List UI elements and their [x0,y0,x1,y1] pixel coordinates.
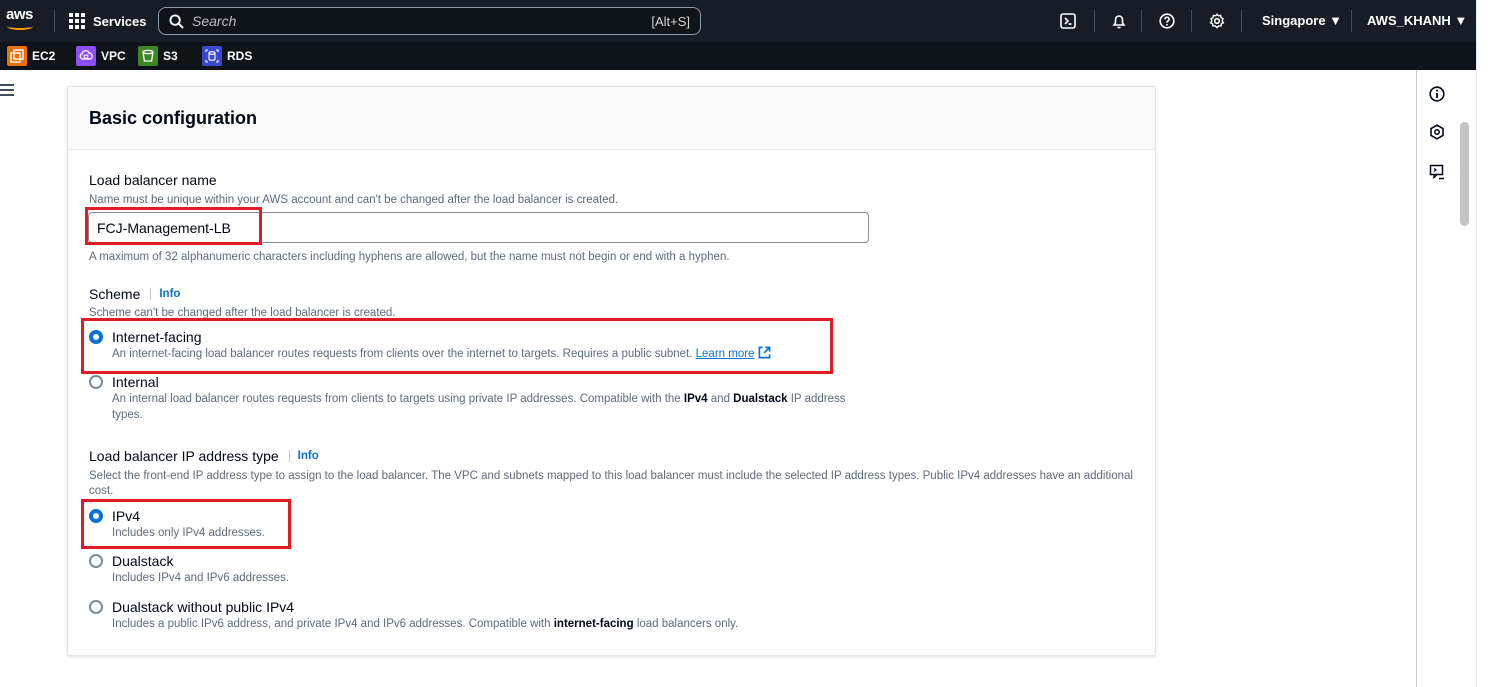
nav-divider [54,10,55,32]
radio-text: Dualstack Includes IPv4 and IPv6 address… [112,552,289,586]
radio-label: Internal [112,374,159,390]
radio-text: IPv4 Includes only IPv4 addresses. [112,507,265,541]
radio-description: Includes IPv4 and IPv6 addresses. [112,572,290,584]
radio-text: Dualstack without public IPv4 Includes a… [112,598,738,632]
ec2-icon [7,46,27,66]
radio-description-text: load balancers only. [636,618,739,630]
rds-database-icon [202,46,222,66]
side-navigation-toggle-icon[interactable] [0,84,14,96]
aws-logo[interactable]: aws [6,4,36,38]
vertical-scrollbar[interactable] [1460,122,1469,226]
radio-internet-facing[interactable]: Internet-facing An internet-facing load … [89,328,771,362]
ip-address-type-description: Select the front-end IP address type to … [89,470,1133,497]
nav-divider [1191,10,1192,32]
load-balancer-name-description: Name must be unique within your AWS acco… [89,194,619,206]
window-edge [1476,0,1490,687]
radio-dualstack-without-public-ipv4[interactable]: Dualstack without public IPv4 Includes a… [89,598,738,632]
radio-description: An internet-facing load balancer routes … [112,346,771,362]
radio-description: Includes a public IPv6 address, and priv… [112,616,738,632]
hexagon-settings-icon[interactable] [1428,123,1446,141]
radio-description-bold: Dualstack [733,393,788,405]
radio-description-text: Includes a public IPv6 address, and priv… [112,618,551,630]
ip-address-type-header: Load balancer IP address type Info [89,448,319,464]
radio-button[interactable] [89,554,103,568]
radio-description-bold: internet-facing [553,618,634,630]
scheme-description: Scheme can't be changed after the load b… [89,307,396,319]
account-menu[interactable]: AWS_KHANH ▼ [1367,13,1467,28]
container-header: Basic configuration [68,87,1155,150]
section-title: Basic configuration [89,108,258,128]
load-balancer-name-input[interactable] [88,212,869,243]
radio-ipv4[interactable]: IPv4 Includes only IPv4 addresses. [89,507,265,541]
radio-label: Internet-facing [112,329,202,345]
learn-more-link[interactable]: Learn more [696,348,755,360]
info-icon[interactable] [1428,85,1446,103]
favorite-label: S3 [163,49,178,63]
nav-divider [1141,10,1142,32]
radio-description: Includes only IPv4 addresses. [112,527,265,539]
search-box[interactable]: [Alt+S] [158,7,701,35]
search-shortcut: [Alt+S] [651,13,690,29]
favorite-label: RDS [227,49,253,63]
radio-dualstack[interactable]: Dualstack Includes IPv4 and IPv6 address… [89,552,289,586]
search-input[interactable] [192,13,652,29]
scheme-header: Scheme Info [89,286,180,302]
radio-description-bold: IPv4 [683,393,708,405]
radio-description-text: An internet-facing load balancer routes … [112,348,693,360]
radio-description-text: and [710,393,730,405]
radio-text: Internet-facing An internet-facing load … [112,328,771,362]
top-navigation-bar: aws Services [Alt+S] Singapore ▼ AWS_KHA… [0,0,1476,42]
load-balancer-name-label: Load balancer name [89,172,217,188]
load-balancer-name-constraint: A maximum of 32 alphanumeric characters … [89,251,730,263]
radio-button-selected[interactable] [89,509,103,523]
region-selector[interactable]: Singapore ▼ [1262,13,1342,28]
ip-address-type-label: Load balancer IP address type [89,448,279,464]
scheme-info-link[interactable]: Info [150,288,180,300]
favorites-bar: EC2 VPC S3 RDS [0,42,1476,70]
settings-gear-icon[interactable] [1208,12,1226,30]
radio-button-selected[interactable] [89,330,103,344]
help-icon[interactable] [1158,12,1176,30]
services-label: Services [93,13,147,29]
services-grid-icon [69,13,85,29]
external-link-icon[interactable] [758,346,771,359]
radio-text: Internal An internal load balancer route… [112,373,879,423]
radio-label: Dualstack without public IPv4 [112,599,295,615]
radio-internal[interactable]: Internal An internal load balancer route… [89,373,879,423]
s3-bucket-icon [138,46,158,66]
feedback-screen-icon[interactable] [1428,163,1446,181]
nav-divider [1241,10,1242,32]
radio-description-text: An internal load balancer routes request… [112,393,681,405]
vpc-icon [76,46,96,66]
radio-label: IPv4 [112,508,141,524]
basic-configuration-container: Basic configuration Load balancer name N… [67,86,1156,656]
favorite-label: EC2 [32,49,56,63]
favorite-rds[interactable]: RDS [202,46,252,66]
favorite-label: VPC [101,49,126,63]
favorite-ec2[interactable]: EC2 [7,46,55,66]
search-icon [169,13,184,29]
aws-logo-smile [7,23,33,30]
ip-address-type-info-link[interactable]: Info [288,450,319,462]
radio-description: An internal load balancer routes request… [112,391,879,423]
nav-divider [1351,10,1352,32]
notifications-bell-icon[interactable] [1110,12,1128,30]
cloudshell-icon[interactable] [1059,12,1077,30]
nav-divider [1094,10,1095,32]
radio-label: Dualstack [112,553,174,569]
scheme-label: Scheme [89,286,141,302]
right-panel-divider [1416,70,1417,687]
aws-logo-text: aws [6,6,33,23]
favorite-vpc[interactable]: VPC [76,46,126,66]
radio-button[interactable] [89,375,103,389]
radio-button[interactable] [89,600,103,614]
favorite-s3[interactable]: S3 [138,46,178,66]
services-menu-button[interactable]: Services [69,11,147,31]
